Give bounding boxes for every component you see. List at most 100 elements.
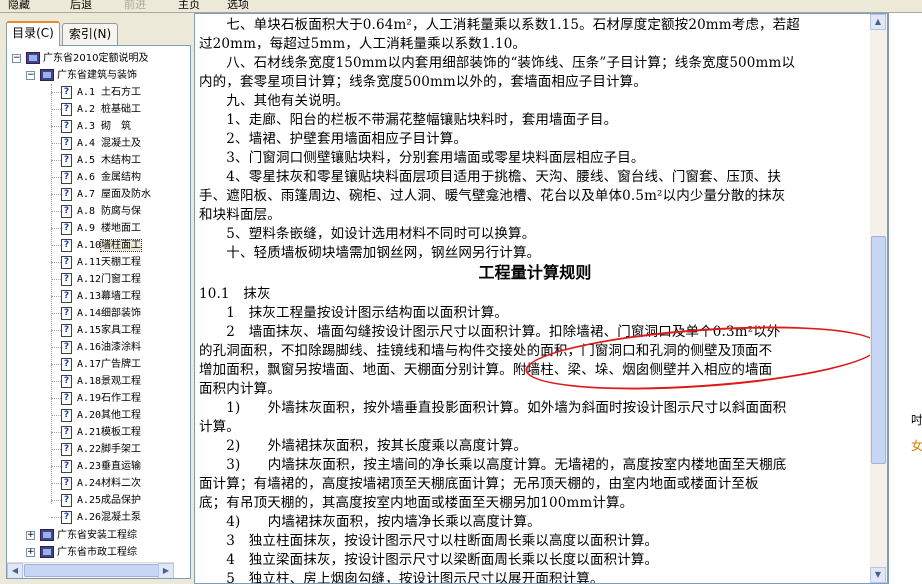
collapse-icon[interactable]: −	[26, 71, 35, 80]
content-line: 10.1 抹灰	[199, 286, 271, 302]
topic-label: 成品保护	[101, 495, 141, 506]
tree-topic-item[interactable]: ? A.2 桩基础工	[61, 101, 141, 118]
tree-topic-item[interactable]: ? A.16油漆涂料	[61, 339, 141, 356]
tree-topic-item[interactable]: ? A.9 楼地面工	[61, 220, 141, 237]
topic-label: 楼地面工	[101, 223, 141, 234]
hide-button[interactable]: 隐藏	[8, 0, 30, 12]
tree-topic-item[interactable]: ? A.17广告牌工	[61, 356, 141, 373]
topic-code: A.9	[77, 223, 96, 234]
topic-label: 桩基础工	[101, 104, 141, 115]
topic-code: A.21	[77, 427, 102, 438]
tree-topic-item[interactable]: ? A.4 混凝土及	[61, 135, 141, 152]
content-line: 八、石材线条宽度150mm以内套用细部装饰的“装饰线、压条”子目计算；线条宽度5…	[199, 55, 796, 71]
tree-topic-item[interactable]: ? A.14细部装饰	[61, 305, 141, 322]
tree-topic-item[interactable]: ? A.23垂直运输	[61, 458, 141, 475]
content-line: 5 独立柱、房上烟囱勾缝，按设计图示尺寸以展开面积计算。	[199, 571, 604, 584]
topic-code: A.8	[77, 206, 96, 217]
tree-root-item[interactable]: 广东省2010定额说明及	[26, 50, 148, 67]
tree-topic-item[interactable]: ? A.6 金属结构	[61, 169, 141, 186]
tree-topic-item[interactable]: ? A.12门窗工程	[61, 271, 141, 288]
topic-label: 墙柱面工	[100, 239, 142, 252]
tree-book-item[interactable]: 广东省建筑与装饰	[40, 67, 137, 84]
tree-book-item[interactable]: 广东省市政工程综	[40, 544, 137, 561]
open-book-icon	[40, 69, 54, 81]
tree-topic-item[interactable]: ? A.22脚手架工	[61, 441, 141, 458]
tree-topic-item[interactable]: ? A.13幕墙工程	[61, 288, 141, 305]
topic-code: A.26	[77, 512, 102, 523]
expand-icon[interactable]: +	[26, 531, 35, 540]
content-line: 3、门窗洞口侧壁镶贴块料，分别套用墙面或零星块料面层相应子目。	[199, 150, 645, 166]
tree-topic-item[interactable]: ? A.15家具工程	[61, 322, 141, 339]
topic-label: 脚手架工	[101, 444, 141, 455]
closed-book-icon	[40, 546, 54, 558]
topic-label: 景观工程	[101, 376, 141, 387]
background-window: 吋 女	[888, 13, 922, 584]
tree-topic-item[interactable]: ? A.5 木结构工	[61, 152, 141, 169]
tree-horizontal-scrollbar[interactable]: ◀ ▶	[7, 562, 174, 578]
collapse-icon[interactable]: −	[12, 54, 21, 63]
tree-topic-item[interactable]: ? A.7 屋面及防水	[61, 186, 151, 203]
topic-code: A.14	[77, 308, 102, 319]
scroll-thumb[interactable]	[24, 564, 164, 577]
help-topic-icon: ?	[61, 273, 72, 286]
scroll-down-icon[interactable]: ▼	[870, 567, 886, 583]
content-line: 4) 内墙裙抹灰面积，按内墙净长乘以高度计算。	[199, 514, 541, 530]
navigation-pane: 目录(C) 索引(N) − 广东省2010定额说明及 − 广东省建筑与装饰 ? A…	[0, 13, 194, 584]
content-line: 2、墙裙、护壁套用墙面相应子目计算。	[199, 131, 468, 147]
content-vertical-scrollbar[interactable]: ▲ ▼	[870, 14, 887, 583]
help-topic-icon: ?	[61, 511, 72, 524]
home-button[interactable]: 主页	[178, 0, 200, 12]
tree-book-item[interactable]: 广东省安装工程综	[40, 527, 137, 544]
scroll-left-icon[interactable]: ◀	[7, 563, 23, 578]
help-topic-icon: ?	[61, 426, 72, 439]
help-topic-icon: ?	[61, 460, 72, 473]
tree-topic-item[interactable]: ? A.24材料二次	[61, 475, 141, 492]
content-line: 面积内计算。	[199, 381, 281, 397]
tree-topic-item[interactable]: ? A.11天棚工程	[61, 254, 141, 271]
topic-code: A.1	[77, 87, 96, 98]
closed-book-icon	[40, 529, 54, 541]
options-button[interactable]: 选项	[227, 0, 249, 12]
topic-label: 油漆涂料	[101, 342, 141, 353]
topic-label: 混凝土及	[101, 138, 141, 149]
tree-topic-item[interactable]: ? A.3 砌 筑	[61, 118, 131, 135]
tree-topic-item[interactable]: ? A.25成品保护	[61, 492, 141, 509]
tree-topic-item[interactable]: ? A.21模板工程	[61, 424, 141, 441]
scroll-thumb[interactable]	[871, 236, 886, 464]
topic-label: 幕墙工程	[101, 291, 141, 302]
tab-index[interactable]: 索引(N)	[62, 23, 118, 45]
help-topic-icon: ?	[61, 86, 72, 99]
scroll-right-icon[interactable]: ▶	[158, 563, 174, 578]
tree-topic-item[interactable]: ? A.10墙柱面工	[61, 237, 142, 254]
tree-topic-item[interactable]: ? A.19石作工程	[61, 390, 141, 407]
help-topic-icon: ?	[61, 256, 72, 269]
help-topic-icon: ?	[61, 171, 72, 184]
content-line: 3 独立柱面抹灰，按设计图示尺寸以柱断面周长乘以高度以面积计算。	[199, 533, 659, 549]
toolbar: 隐藏 后退 前进 主页 选项	[0, 0, 922, 13]
topic-label: 家具工程	[101, 325, 141, 336]
tab-contents[interactable]: 目录(C)	[6, 21, 60, 46]
content-line: 十、轻质墙板砌块墙需加钢丝网，钢丝网另行计算。	[199, 245, 541, 261]
topic-label: 木结构工	[101, 155, 141, 166]
partial-text: 女	[911, 439, 922, 453]
tree-topic-item[interactable]: ? A.20其他工程	[61, 407, 141, 424]
content-line: 3) 内墙抹灰面积，按主墙间的净长乘以高度计算。无墙裙的，高度按室内楼地面至天棚…	[199, 457, 787, 473]
tree-book-label: 广东省建筑与装饰	[57, 70, 137, 81]
tree-topic-item[interactable]: ? A.8 防腐与保	[61, 203, 141, 220]
content-line: 手、遮阳板、雨篷周边、碗柜、过人洞、暖气壁龛池槽、花台以及单体0.5m²以内少量…	[199, 188, 786, 204]
topic-label: 门窗工程	[101, 274, 141, 285]
forward-button[interactable]: 前进	[124, 0, 146, 12]
back-button[interactable]: 后退	[70, 0, 92, 12]
tree-topic-item[interactable]: ? A.26混凝土泵	[61, 509, 141, 526]
help-topic-icon: ?	[61, 324, 72, 337]
tree-topic-item[interactable]: ? A.1 土石方工	[61, 84, 141, 101]
tree-topic-item[interactable]: ? A.18景观工程	[61, 373, 141, 390]
help-topic-icon: ?	[61, 307, 72, 320]
contents-tree: − 广东省2010定额说明及 − 广东省建筑与装饰 ? A.1 土石方工? A.2 桩基…	[6, 45, 191, 579]
help-topic-icon: ?	[61, 392, 72, 405]
content-line: 内的，套零星项目计算；线条宽度500mm以外的，套墙面相应子目计算。	[199, 74, 647, 90]
expand-icon[interactable]: +	[26, 548, 35, 557]
content-line: 增加面积，飘窗另按墙面、地面、天棚面分别计算。附墙柱、梁、垛、烟囱侧壁并入相应的…	[199, 362, 773, 378]
help-topic-icon: ?	[61, 477, 72, 490]
scroll-up-icon[interactable]: ▲	[870, 14, 886, 30]
